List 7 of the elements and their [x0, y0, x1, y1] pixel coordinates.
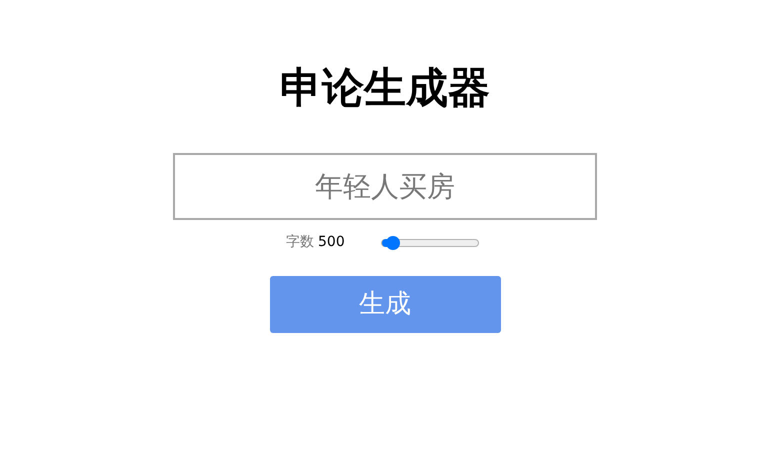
word-count-label: 字数 [286, 233, 314, 252]
slider-thumb[interactable] [386, 236, 400, 250]
generate-button[interactable]: 生成 [270, 276, 500, 333]
topic-field[interactable]: 年轻人买房 [173, 153, 597, 220]
word-count-slider[interactable] [380, 238, 479, 246]
word-count-value: 500 [318, 233, 345, 252]
page-title: 申论生成器 [280, 62, 490, 114]
